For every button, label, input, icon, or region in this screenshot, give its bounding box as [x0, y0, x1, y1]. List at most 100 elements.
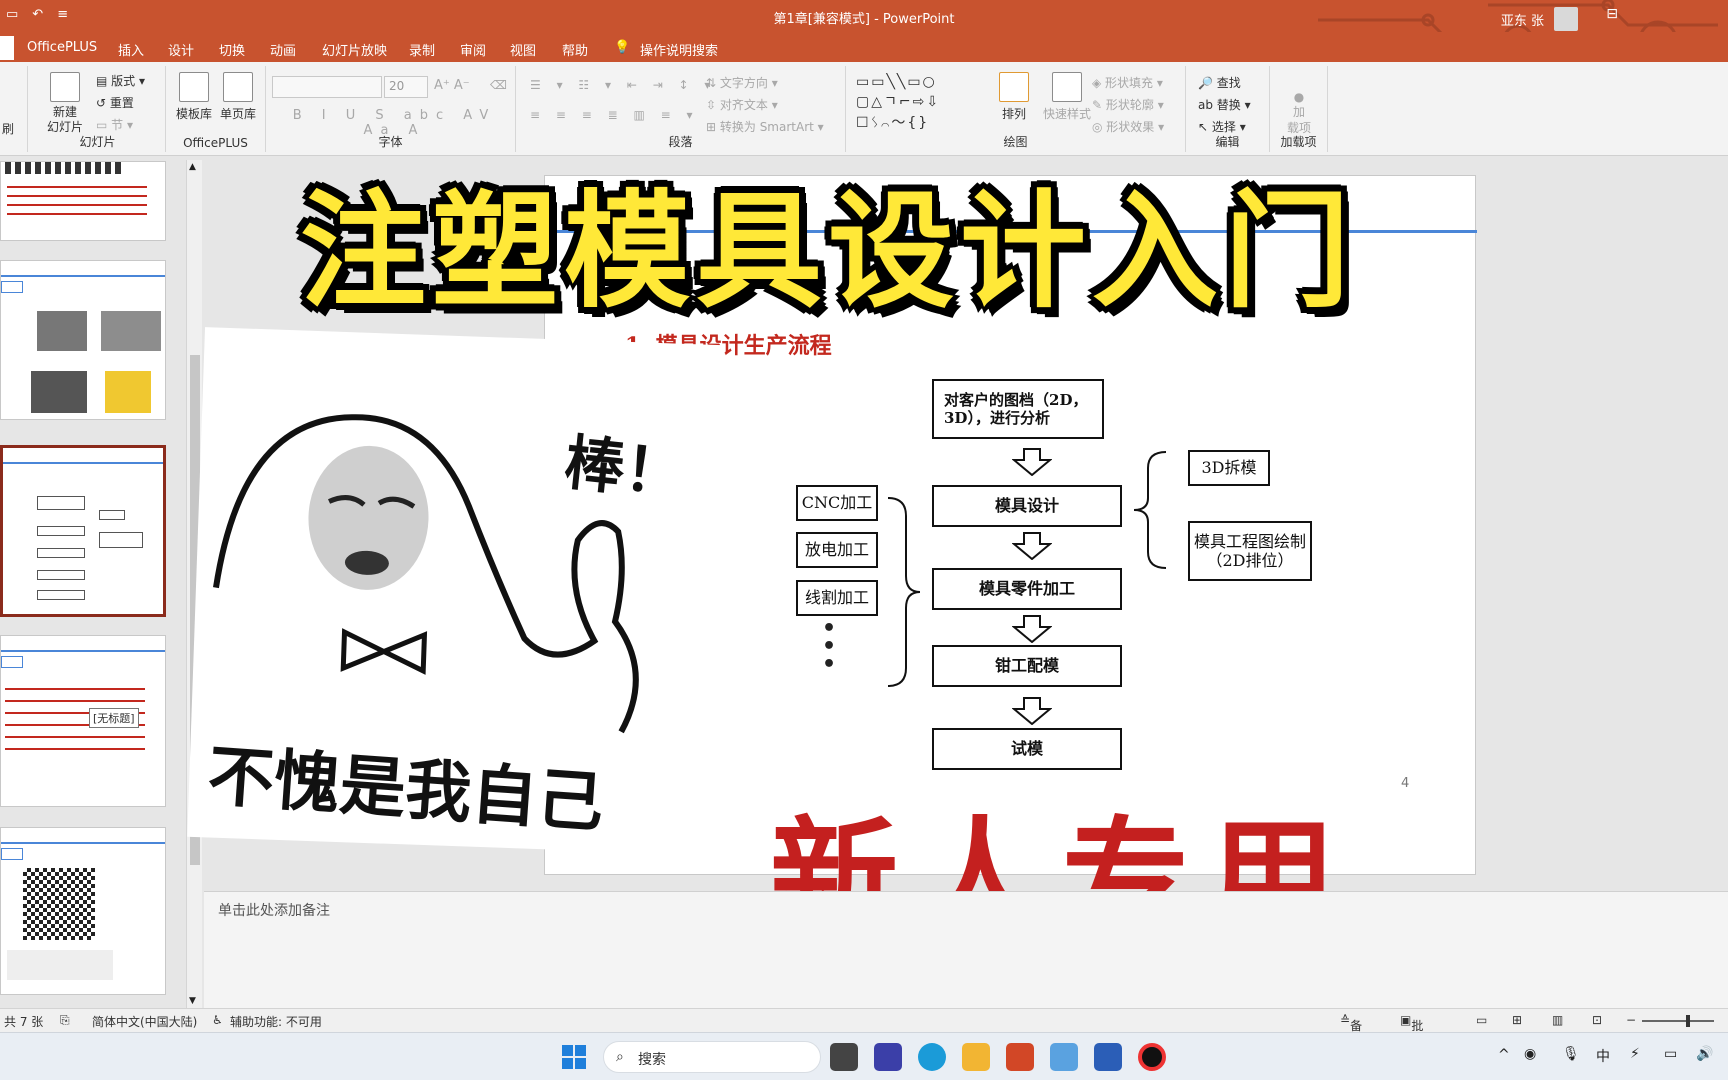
- process-edm: 放电加工: [796, 532, 878, 568]
- slide-thumbnail-5[interactable]: [无标题]: [0, 635, 166, 807]
- ribbon-display-options-icon[interactable]: ⊟: [1606, 6, 1618, 22]
- thumbnail-box: [99, 510, 125, 520]
- layout-button[interactable]: ▤ 版式 ▾: [96, 72, 145, 89]
- zoom-out-icon[interactable]: −: [1626, 1013, 1636, 1027]
- microphone-icon[interactable]: 🎙: [1562, 1046, 1580, 1062]
- search-icon: ⌕: [616, 1049, 624, 1065]
- reset-button[interactable]: ↺ 重置: [96, 94, 134, 111]
- comments-toggle-button[interactable]: ▣ 批注: [1400, 1013, 1423, 1050]
- app-icon[interactable]: [1050, 1043, 1078, 1071]
- normal-view-icon[interactable]: ▭: [1476, 1013, 1487, 1027]
- powerpoint-icon[interactable]: [1006, 1043, 1034, 1071]
- avatar[interactable]: [1554, 7, 1578, 31]
- visual-studio-icon[interactable]: [874, 1043, 902, 1071]
- slide-thumbnail-6[interactable]: [0, 827, 166, 995]
- slide-thumbnail-3[interactable]: [0, 260, 166, 420]
- thumbnail-rule: [3, 462, 163, 464]
- tab-help[interactable]: 帮助: [562, 40, 588, 59]
- taskbar-search-box[interactable]: ⌕ 搜索: [603, 1041, 821, 1073]
- flow-step-analyze: 对客户的图档（2D，3D），进行分析: [932, 379, 1104, 439]
- file-explorer-icon[interactable]: [962, 1043, 990, 1071]
- thumbnail-box: [37, 526, 85, 536]
- text-direction-button[interactable]: ⇅ 文字方向 ▾: [706, 74, 778, 91]
- slide-thumbnails-pane: [无标题]: [0, 157, 190, 1007]
- volume-icon[interactable]: 🔊: [1696, 1046, 1713, 1062]
- scroll-down-icon[interactable]: ▼: [189, 996, 196, 1006]
- tab-design[interactable]: 设计: [168, 40, 194, 59]
- accessibility-status[interactable]: 辅助功能: 不可用: [230, 1013, 322, 1030]
- template-library-button[interactable]: 模板库: [174, 72, 214, 122]
- slide-thumbnail-2[interactable]: [0, 161, 166, 241]
- single-page-library-button[interactable]: 单页库: [218, 72, 258, 122]
- new-slide-button[interactable]: 新建 幻灯片: [38, 72, 92, 135]
- input-method-icon[interactable]: 中: [1596, 1046, 1610, 1066]
- task-view-icon[interactable]: [830, 1043, 858, 1071]
- format-painter-label[interactable]: 刷: [2, 120, 14, 137]
- tray-app-icon[interactable]: ◉: [1524, 1046, 1536, 1062]
- title-bar: ▭ ↶ ≡ 第1章[兼容模式] - PowerPoint 亚东 张 ⊟: [0, 0, 1728, 60]
- replace-button[interactable]: ab 替换 ▾: [1198, 96, 1251, 113]
- more-dots: • • •: [822, 616, 837, 677]
- tab-file[interactable]: [0, 36, 14, 60]
- windows-start-icon[interactable]: [562, 1045, 586, 1069]
- overlay-big-title: 注塑模具设计入门: [300, 178, 1356, 325]
- paragraph-group-label: 段落: [668, 135, 693, 149]
- slides-group: 新建 幻灯片 ▤ 版式 ▾ ↺ 重置 ▭ 节 ▾ 幻灯片: [30, 66, 166, 152]
- list-buttons[interactable]: ☰ ▾ ☷ ▾ ⇤ ⇥ ↕ ▾: [530, 78, 716, 92]
- tab-insert[interactable]: 插入: [118, 40, 144, 59]
- scroll-up-icon[interactable]: ▲: [189, 162, 196, 172]
- item-3d-split: 3D拆模: [1188, 450, 1270, 486]
- tell-me-search[interactable]: 操作说明搜索: [640, 40, 718, 59]
- tab-review[interactable]: 审阅: [460, 40, 486, 59]
- mold-photo-3: [31, 371, 87, 413]
- tab-view[interactable]: 视图: [510, 40, 536, 59]
- font-group: 20 A⁺ A⁻ ⌫ B I U S abc AV Aa A 字体: [266, 66, 516, 152]
- tab-officeplus[interactable]: OfficePLUS: [27, 40, 97, 55]
- account-area[interactable]: 亚东 张: [1501, 7, 1578, 31]
- spellcheck-icon[interactable]: ⎘: [60, 1013, 70, 1028]
- notes-toggle-button[interactable]: ≙ 备注: [1340, 1013, 1362, 1050]
- reading-view-icon[interactable]: ▥: [1552, 1013, 1563, 1027]
- meme-exclaim-text: 棒！: [561, 427, 688, 511]
- thumbnail-caption-box: [7, 950, 113, 980]
- tab-record[interactable]: 录制: [409, 40, 435, 59]
- slideshow-view-icon[interactable]: ⊡: [1592, 1013, 1602, 1027]
- process-wire-cut: 线割加工: [796, 580, 878, 616]
- notes-pane[interactable]: 单击此处添加备注: [204, 891, 1728, 1008]
- tab-transitions[interactable]: 切换: [219, 40, 245, 59]
- thumbnail-box: [99, 532, 143, 548]
- shape-fill-button[interactable]: ◈ 形状填充 ▾: [1092, 74, 1163, 91]
- language-indicator[interactable]: 简体中文(中国大陆): [92, 1013, 197, 1030]
- slide-thumbnail-4-selected[interactable]: [0, 445, 166, 617]
- word-icon[interactable]: [1094, 1043, 1122, 1071]
- tray-icon[interactable]: ⚡: [1630, 1046, 1640, 1062]
- tray-expand-icon[interactable]: ^: [1498, 1047, 1510, 1063]
- alignment-buttons[interactable]: ≡ ≡ ≡ ≣ ▥ ≡ ▾: [530, 108, 699, 122]
- zoom-slider[interactable]: [1642, 1020, 1714, 1022]
- clear-format-icon[interactable]: ⌫: [490, 78, 507, 92]
- slide-sorter-icon[interactable]: ⊞: [1512, 1013, 1522, 1027]
- align-text-button[interactable]: ⇳ 对齐文本 ▾: [706, 96, 778, 113]
- tab-animations[interactable]: 动画: [270, 40, 296, 59]
- edge-browser-icon[interactable]: [918, 1043, 946, 1071]
- grow-font-icon[interactable]: A⁺ A⁻: [434, 78, 470, 93]
- down-arrow-icon: [1012, 697, 1052, 725]
- arrange-button[interactable]: 排列: [994, 72, 1034, 122]
- quick-styles-button[interactable]: 快速样式: [1038, 72, 1096, 122]
- template-icon: [179, 72, 209, 102]
- section-button[interactable]: ▭ 节 ▾: [96, 116, 133, 133]
- network-icon[interactable]: ▭: [1664, 1046, 1677, 1062]
- new-slide-icon: [50, 72, 80, 102]
- clipboard-group-partial: 刷: [0, 66, 28, 152]
- shapes-gallery[interactable]: ▭▭╲╲▭○ ▢△ㄱ⌐⇨⇩ ☐ᛊ⌒〜{}: [856, 72, 940, 133]
- font-name-box[interactable]: [272, 76, 382, 98]
- record-icon[interactable]: [1138, 1043, 1166, 1071]
- tab-slideshow[interactable]: 幻灯片放映: [322, 40, 387, 59]
- quick-styles-icon: [1052, 72, 1082, 102]
- officeplus-group: 模板库 单页库 OfficePLUS: [166, 66, 266, 152]
- find-button[interactable]: 🔎 查找: [1198, 74, 1241, 91]
- font-size-box[interactable]: 20: [384, 76, 428, 98]
- user-name: 亚东 张: [1500, 13, 1544, 29]
- zoom-slider-thumb[interactable]: [1686, 1015, 1690, 1027]
- shape-outline-button[interactable]: ✎ 形状轮廓 ▾: [1092, 96, 1164, 113]
